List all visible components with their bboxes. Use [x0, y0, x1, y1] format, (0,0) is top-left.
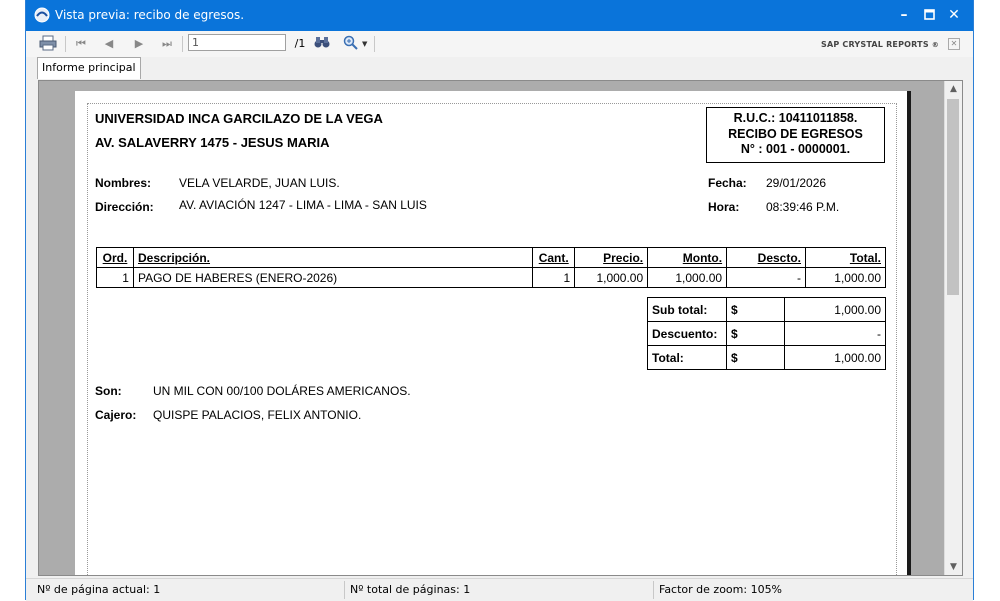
column-header: Precio. — [574, 247, 649, 268]
column-header: Ord. — [96, 247, 134, 268]
cell-descto: - — [726, 267, 807, 288]
column-header: Monto. — [647, 247, 728, 268]
app-icon — [34, 7, 50, 23]
scroll-up-icon[interactable]: ▲ — [945, 81, 962, 97]
ruc-box: R.U.C.: 10411011858. RECIBO DE EGRESOS N… — [706, 107, 885, 163]
subtotal-label: Sub total: — [647, 297, 727, 322]
report-toolbar: ⏮ ◀ ▶ ⏭ /1 ▼ SAP CRYSTAL REPORTS ® ✕ — [26, 31, 973, 57]
scroll-down-icon[interactable]: ▼ — [945, 559, 962, 575]
status-divider — [653, 581, 654, 599]
close-button[interactable]: ✕ — [944, 6, 964, 24]
ruc-number: R.U.C.: 10411011858. — [733, 111, 858, 125]
cell-descripcion: PAGO DE HABERES (ENERO-2026) — [132, 267, 534, 288]
institution-address: AV. SALAVERRY 1475 - JESUS MARIA — [95, 135, 330, 150]
next-page-button[interactable]: ▶ — [130, 35, 148, 53]
direccion-label: Dirección: — [95, 200, 154, 214]
preview-window: Vista previa: recibo de egresos. – ✕ ⏮ ◀… — [25, 0, 974, 601]
totals-table: Sub total: $ 1,000.00 Descuento: $ - Tot… — [647, 297, 886, 370]
zoom-icon — [343, 35, 358, 50]
document-number: N° : 001 - 0000001. — [740, 142, 851, 156]
current-page-status: Nº de página actual: 1 — [37, 583, 161, 596]
total-value: 1,000.00 — [784, 345, 886, 370]
maximize-icon — [923, 9, 935, 20]
last-page-button[interactable]: ⏭ — [158, 35, 176, 53]
find-button[interactable] — [313, 35, 331, 53]
status-bar: Nº de página actual: 1 Nº total de págin… — [26, 578, 973, 601]
zoom-dropdown-button[interactable]: ▼ — [340, 35, 370, 53]
column-header: Descto. — [726, 247, 807, 268]
fecha-value: 29/01/2026 — [766, 176, 827, 190]
son-label: Son: — [95, 384, 122, 398]
table-row: 1 PAGO DE HABERES (ENERO-2026) 1 1,000.0… — [96, 267, 886, 288]
tab-informe-principal[interactable]: Informe principal — [37, 57, 141, 79]
page-number-input[interactable] — [188, 34, 286, 51]
fecha-label: Fecha: — [708, 176, 747, 190]
hora-value: 08:39:46 P.M. — [766, 200, 840, 214]
close-tab-icon[interactable]: ✕ — [948, 38, 960, 50]
title-bar: Vista previa: recibo de egresos. – ✕ — [26, 0, 973, 31]
column-header: Descripción. — [132, 247, 534, 268]
status-divider — [344, 581, 345, 599]
zoom-status: Factor de zoom: 105% — [659, 583, 783, 596]
items-table: Ord. Descripción. Cant. Precio. Monto. D… — [96, 247, 886, 288]
son-value: UN MIL CON 00/100 DOLÁRES AMERICANOS. — [153, 384, 411, 398]
nombres-label: Nombres: — [95, 176, 152, 190]
subtotal-currency: $ — [725, 297, 786, 322]
toolbar-separator — [65, 36, 66, 52]
brand-label: SAP CRYSTAL REPORTS ® — [821, 40, 939, 49]
direccion-value: AV. AVIACIÓN 1247 - LIMA - LIMA - SAN LU… — [179, 198, 427, 212]
hora-label: Hora: — [708, 200, 740, 214]
scrollbar-thumb[interactable] — [947, 99, 959, 295]
toolbar-separator — [374, 36, 375, 52]
totals-row: Descuento: $ - — [647, 321, 886, 346]
cajero-label: Cajero: — [95, 408, 137, 422]
minimize-button[interactable]: – — [894, 6, 914, 24]
print-button[interactable] — [38, 35, 58, 53]
maximize-button[interactable] — [919, 6, 939, 24]
column-header: Cant. — [532, 247, 576, 268]
window-title: Vista previa: recibo de egresos. — [55, 8, 245, 22]
institution-name: UNIVERSIDAD INCA GARCILAZO DE LA VEGA — [95, 111, 383, 126]
descuento-label: Descuento: — [647, 321, 727, 346]
cell-monto: 1,000.00 — [647, 267, 728, 288]
totals-row: Total: $ 1,000.00 — [647, 345, 886, 370]
tab-bar: Informe principal — [26, 57, 973, 81]
vertical-scrollbar[interactable]: ▲ ▼ — [944, 81, 962, 575]
cell-ord: 1 — [96, 267, 134, 288]
cell-cant: 1 — [532, 267, 576, 288]
descuento-currency: $ — [725, 321, 786, 346]
cell-precio: 1,000.00 — [574, 267, 649, 288]
print-icon — [39, 35, 57, 51]
total-currency: $ — [725, 345, 786, 370]
cell-total: 1,000.00 — [805, 267, 886, 288]
chevron-down-icon: ▼ — [362, 40, 368, 48]
binoculars-icon — [314, 37, 330, 48]
document-type: RECIBO DE EGRESOS — [728, 126, 863, 141]
cajero-value: QUISPE PALACIOS, FELIX ANTONIO. — [153, 408, 362, 422]
nombres-value: VELA VELARDE, JUAN LUIS. — [179, 176, 340, 190]
page-total: /1 — [294, 37, 306, 50]
descuento-value: - — [784, 321, 886, 346]
column-header: Total. — [805, 247, 886, 268]
total-label: Total: — [647, 345, 727, 370]
report-page: UNIVERSIDAD INCA GARCILAZO DE LA VEGA AV… — [75, 91, 907, 575]
table-header-row: Ord. Descripción. Cant. Precio. Monto. D… — [96, 247, 886, 268]
toolbar-separator — [182, 36, 183, 52]
totals-row: Sub total: $ 1,000.00 — [647, 297, 886, 322]
subtotal-value: 1,000.00 — [784, 297, 886, 322]
first-page-button[interactable]: ⏮ — [72, 35, 90, 53]
total-pages-status: Nº total de páginas: 1 — [350, 583, 471, 596]
report-viewer[interactable]: UNIVERSIDAD INCA GARCILAZO DE LA VEGA AV… — [38, 80, 963, 576]
previous-page-button[interactable]: ◀ — [100, 35, 118, 53]
